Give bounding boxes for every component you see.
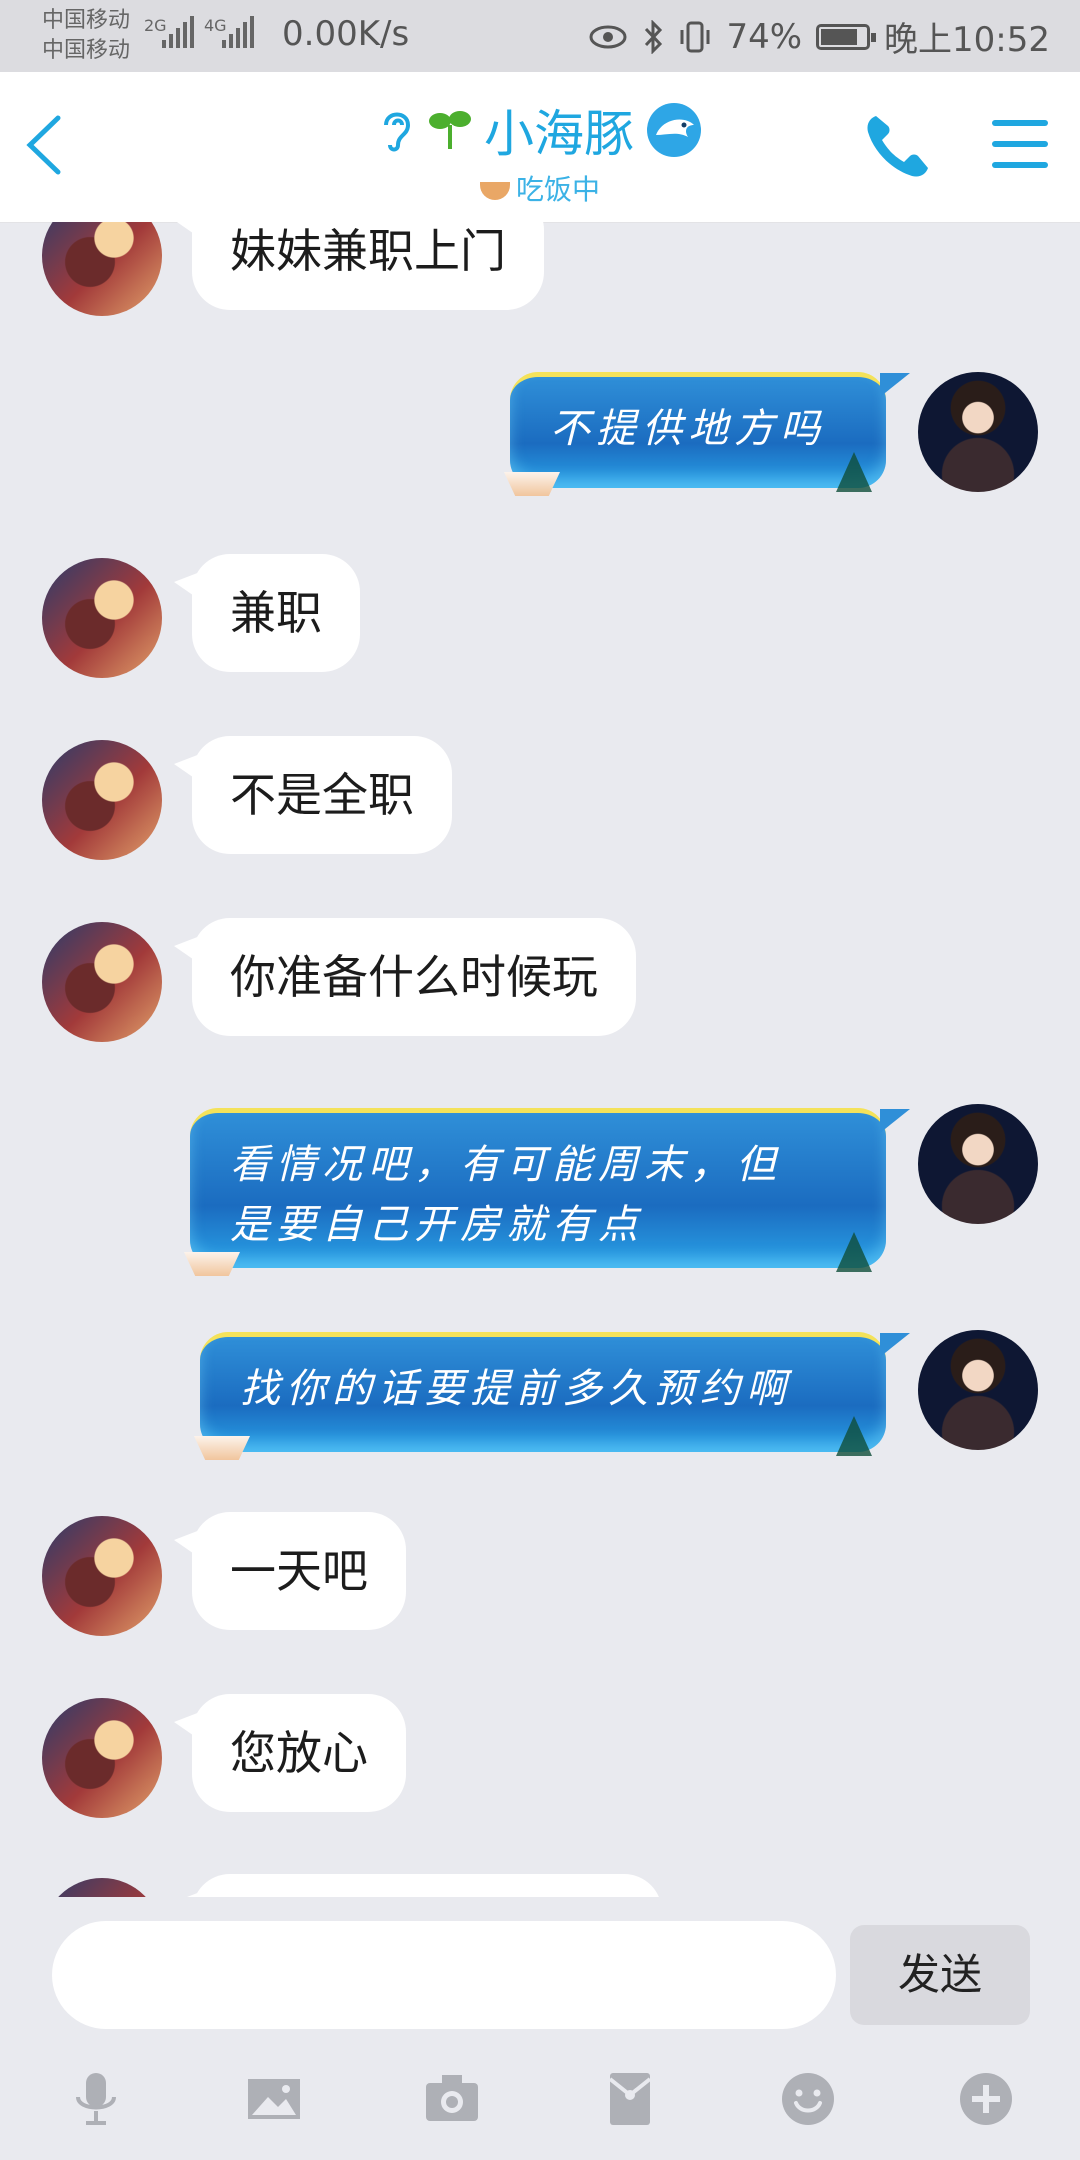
bluetooth-icon: [645, 19, 663, 54]
message-bubble[interactable]: 找你的话要提前多久预约啊: [194, 1332, 910, 1460]
send-button[interactable]: 发送: [850, 1925, 1030, 2025]
message-bubble[interactable]: 看情况吧，有可能周末，但 是要自己开房就有点: [184, 1108, 910, 1276]
message-list[interactable]: 妹妹兼职上门 不提供地方吗 兼职 不是全职 你准备什么时候玩 看情况吧，有可能周…: [0, 222, 1080, 1897]
message-bubble[interactable]: 不是全职: [174, 736, 452, 854]
contact-avatar[interactable]: [42, 558, 162, 678]
message-bubble[interactable]: 您放心: [174, 1694, 406, 1812]
self-avatar[interactable]: [918, 1330, 1038, 1450]
ear-icon: [384, 112, 411, 152]
red-packet-icon[interactable]: [598, 2067, 662, 2131]
vibrate-icon: [680, 21, 710, 52]
input-toolbar: [0, 2047, 1080, 2147]
message-text: 不提供地方吗: [550, 406, 826, 452]
sprout-icon: [429, 111, 471, 149]
dolphin-icon: [647, 103, 701, 157]
back-arrow-icon[interactable]: [18, 110, 78, 180]
contact-avatar[interactable]: [42, 1878, 162, 1897]
contact-status: 吃饭中: [515, 173, 600, 206]
self-avatar[interactable]: [918, 1104, 1038, 1224]
message-bubble[interactable]: 一天吧: [174, 1512, 406, 1630]
status-bar: 中国移动 中国移动 2G 4G 0.00K/s 74% 晚上10:52: [0, 0, 1080, 72]
message-bubble[interactable]: [174, 1874, 662, 1897]
message-text-line: 是要自己开房就有点: [230, 1202, 644, 1248]
eye-icon: [589, 25, 627, 48]
image-icon[interactable]: [242, 2067, 306, 2131]
phone-call-icon[interactable]: [862, 110, 934, 182]
message-bubble[interactable]: 妹妹兼职上门: [174, 222, 544, 310]
menu-icon[interactable]: [992, 120, 1048, 168]
bowl-icon: [479, 182, 510, 200]
message-input[interactable]: [52, 1921, 836, 2029]
message-text: 找你的话要提前多久预约啊: [240, 1366, 792, 1412]
message-text-line: 看情况吧，有可能周末，但: [230, 1142, 782, 1188]
plus-icon[interactable]: [954, 2067, 1018, 2131]
contact-avatar[interactable]: [42, 1698, 162, 1818]
message-bubble[interactable]: 你准备什么时候玩: [174, 918, 636, 1036]
battery-percent: 74%: [726, 16, 803, 57]
microphone-icon[interactable]: [64, 2067, 128, 2131]
contact-avatar[interactable]: [42, 222, 162, 316]
self-avatar[interactable]: [918, 372, 1038, 492]
contact-name: 小海豚: [484, 105, 634, 163]
network-type-1: 2G: [144, 16, 167, 35]
input-area: 发送: [0, 1897, 1080, 2160]
message-bubble[interactable]: 兼职: [174, 554, 360, 672]
battery-icon: [816, 23, 877, 50]
network-speed: 0.00K/s: [282, 14, 410, 54]
contact-avatar[interactable]: [42, 1516, 162, 1636]
carrier-info: 中国移动 中国移动: [42, 6, 130, 66]
camera-icon[interactable]: [420, 2067, 484, 2131]
chat-header: 小海豚 吃饭中: [0, 72, 1080, 223]
contact-info[interactable]: 小海豚 吃饭中: [300, 94, 780, 208]
emoji-icon[interactable]: [776, 2067, 840, 2131]
carrier-1: 中国移动: [42, 8, 131, 33]
contact-avatar[interactable]: [42, 740, 162, 860]
carrier-2: 中国移动: [42, 38, 131, 63]
clock: 晚上10:52: [884, 20, 1050, 60]
message-bubble[interactable]: 不提供地方吗: [504, 372, 910, 496]
network-type-2: 4G: [204, 16, 227, 35]
contact-avatar[interactable]: [42, 922, 162, 1042]
